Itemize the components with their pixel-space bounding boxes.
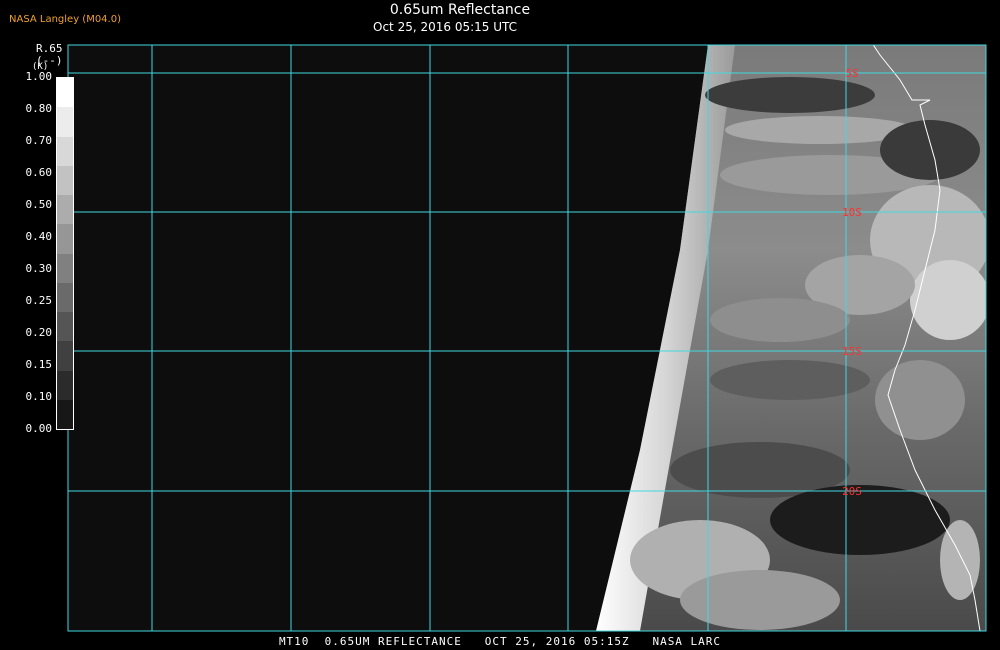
legend-segment bbox=[57, 224, 73, 254]
legend-tick-label: 0.00 bbox=[25, 422, 53, 435]
legend-tick-label: 0.10 bbox=[25, 390, 53, 403]
legend-segment bbox=[57, 195, 73, 225]
legend-tick-label: 1.00 bbox=[25, 70, 53, 83]
latitude-label: 15S bbox=[842, 345, 862, 358]
legend-tick-label: 0.20 bbox=[25, 326, 53, 339]
legend-segment bbox=[57, 370, 73, 400]
legend-tick-label: 0.30 bbox=[25, 262, 53, 275]
legend-segment bbox=[57, 312, 73, 342]
footer-caption: MT10 0.65UM REFLECTANCE OCT 25, 2016 05:… bbox=[278, 635, 722, 648]
legend-segment bbox=[57, 253, 73, 283]
latitude-label: 20S bbox=[842, 485, 862, 498]
legend-tick-label: 0.70 bbox=[25, 134, 53, 147]
legend-tick-label: 0.15 bbox=[25, 358, 53, 371]
legend-segment bbox=[57, 107, 73, 137]
latitude-label: 10S bbox=[842, 206, 862, 219]
reflectance-map: 15W 10W 5W 0 5E 10E5S10S15S20S bbox=[67, 44, 987, 632]
legend-segment bbox=[57, 399, 73, 429]
map-imagery: 15W 10W 5W 0 5E 10E5S10S15S20S bbox=[68, 45, 986, 631]
legend-segment bbox=[57, 78, 73, 108]
legend-segment bbox=[57, 341, 73, 371]
legend-tick-label: 0.80 bbox=[25, 102, 53, 115]
legend-segment bbox=[57, 136, 73, 166]
legend-tick-label: 0.50 bbox=[25, 198, 53, 211]
legend-colorbar bbox=[56, 77, 74, 430]
satellite-image-viewer: NASA Langley (M04.0) 0.65um Reflectance … bbox=[0, 0, 1000, 650]
latitude-label: 5S bbox=[845, 67, 858, 80]
legend-tick-label: 0.25 bbox=[25, 294, 53, 307]
legend-tick-label: 0.60 bbox=[25, 166, 53, 179]
legend-segment bbox=[57, 282, 73, 312]
legend-segment bbox=[57, 165, 73, 195]
legend-tick-label: 0.40 bbox=[25, 230, 53, 243]
